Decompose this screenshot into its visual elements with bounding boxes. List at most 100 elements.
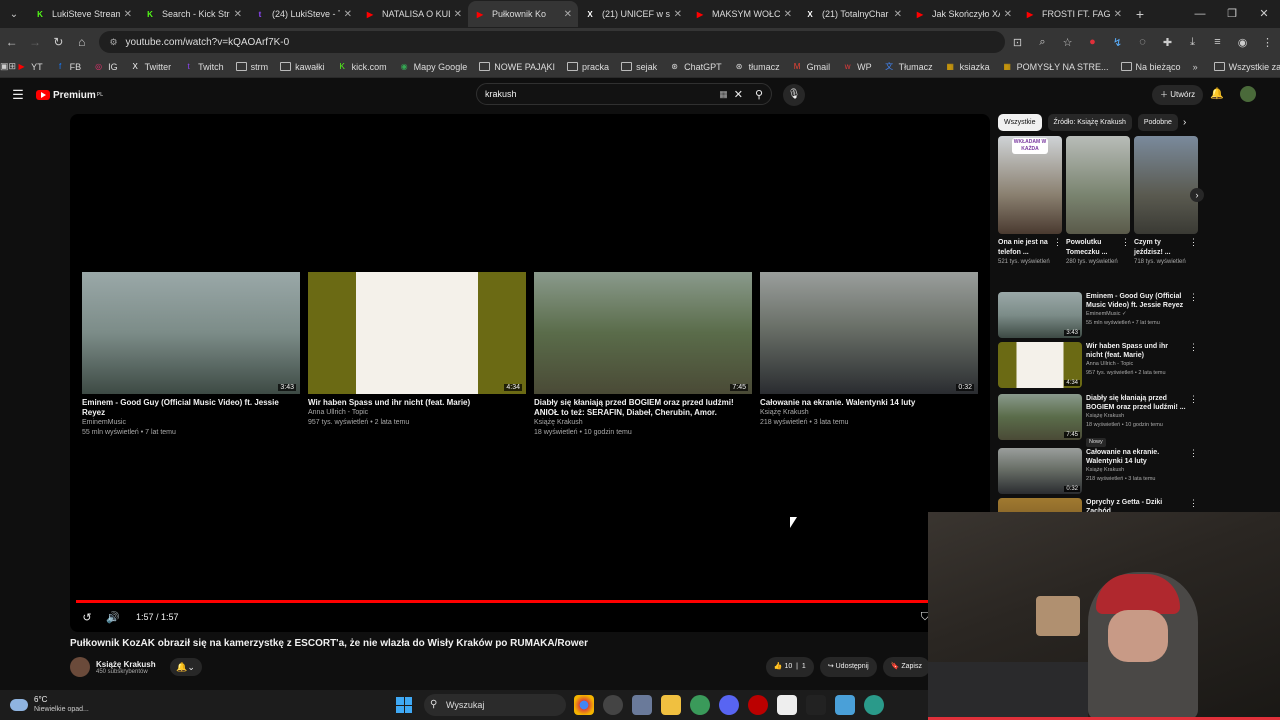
short-thumbnail[interactable]: WKŁADAM W KAŻDA	[998, 136, 1062, 234]
zoom-icon[interactable]: ⌕	[1030, 36, 1055, 49]
profile-icon[interactable]: ◉	[1230, 36, 1255, 49]
bookmark-item[interactable]: w WP	[842, 61, 872, 72]
filter-chip[interactable]: Źródło: Książę Krakush	[1047, 114, 1132, 131]
site-info-icon[interactable]: ⚙	[109, 37, 117, 48]
recommended-video[interactable]: 7:45 Diabły się kłaniają przed BOGIEM or…	[998, 394, 1198, 448]
search-icon[interactable]: ⚲	[755, 88, 763, 101]
bookmark-item[interactable]: ▶ YT	[16, 61, 42, 72]
discord-icon[interactable]	[719, 695, 739, 715]
browser-tab[interactable]: ▶ Jak Skończyło XA ✕	[908, 1, 1018, 27]
bookmark-item[interactable]: 文 Tłumacz	[884, 61, 933, 72]
tab-close-icon[interactable]: ✕	[124, 9, 132, 20]
bookmark-item[interactable]: Kkick.com	[337, 61, 386, 72]
microphone-icon[interactable]: 🎙	[783, 84, 805, 106]
all-bookmarks[interactable]: Wszystkie zakładki	[1213, 62, 1280, 72]
recommended-video[interactable]: 4:34 Wir haben Spass und ihr nicht (feat…	[998, 342, 1198, 388]
endscreen-video-card[interactable]: 3:43 Eminem - Good Guy (Official Music V…	[82, 272, 300, 438]
edge-icon[interactable]	[864, 695, 884, 715]
short-more-icon[interactable]: ⋮	[1189, 237, 1198, 258]
back-button[interactable]: ←	[0, 35, 23, 49]
channel-name[interactable]: Książę Krakush	[96, 660, 156, 669]
recommended-thumbnail[interactable]: 4:34	[998, 342, 1082, 388]
short-title[interactable]: Ona nie jest na telefon ...	[998, 238, 1053, 258]
share-button[interactable]: ↪ Udostępnij	[819, 657, 877, 677]
short-thumbnail[interactable]	[1134, 136, 1198, 234]
browser-tab[interactable]: t (24) LukiSteve - T ✕	[248, 1, 358, 27]
bookmark-item[interactable]: strm	[235, 61, 268, 72]
more-bookmarks-icon[interactable]: »	[1193, 62, 1198, 72]
short-card[interactable]: Powolutku Tomeczku ... ⋮ 280 tys. wyświet…	[1066, 136, 1130, 267]
tab-close-icon[interactable]: ✕	[674, 9, 682, 20]
shorts-next-icon[interactable]: ›	[1190, 188, 1204, 202]
more-actions-icon[interactable]: ⋮	[1189, 292, 1198, 303]
tab-close-icon[interactable]: ✕	[564, 9, 572, 20]
browser-tab[interactable]: X (21) TotalnyChar ✕	[798, 1, 908, 27]
browser-tab[interactable]: ▶ NATALISA O KUL ✕	[358, 1, 468, 27]
endscreen-title[interactable]: Wir haben Spass und ihr nicht (feat. Mar…	[308, 398, 526, 408]
maximize-button[interactable]: ❐	[1216, 0, 1248, 28]
replay-icon[interactable]: ↺	[74, 611, 100, 624]
more-actions-icon[interactable]: ⋮	[1189, 448, 1198, 459]
short-card[interactable]: WKŁADAM W KAŻDA Ona nie jest na telefon …	[998, 136, 1062, 267]
channel-avatar[interactable]	[70, 657, 90, 677]
windows-start-icon[interactable]	[396, 697, 412, 713]
tab-close-icon[interactable]: ✕	[784, 9, 792, 20]
recommended-title[interactable]: Eminem - Good Guy (Official Music Video)…	[1086, 292, 1186, 310]
menu-kebab-icon[interactable]: ⋮	[1255, 36, 1280, 49]
short-title[interactable]: Czym ty jeździsz! ...	[1134, 238, 1189, 258]
recommended-video[interactable]: 3:43 Eminem - Good Guy (Official Music V…	[998, 292, 1198, 338]
minimize-button[interactable]: —	[1184, 0, 1216, 28]
bookmark-item[interactable]: ▦ ksiazka	[945, 61, 989, 72]
tab-close-icon[interactable]: ✕	[1114, 9, 1122, 20]
tab-close-icon[interactable]: ✕	[344, 9, 352, 20]
recommended-thumbnail[interactable]: 0:32	[998, 448, 1082, 494]
endscreen-title[interactable]: Diabły się kłaniają przed BOGIEM oraz pr…	[534, 398, 752, 418]
extension-icon[interactable]: ◌	[1130, 36, 1155, 49]
endscreen-title[interactable]: Całowanie na ekranie. Walentynki 14 luty	[760, 398, 978, 408]
download-icon[interactable]: ⤓	[1180, 36, 1205, 49]
endscreen-video-card[interactable]: 7:45 Diabły się kłaniają przed BOGIEM or…	[534, 272, 752, 438]
youtube-logo[interactable]: Premium PL	[36, 90, 103, 101]
clear-search-icon[interactable]: ✕	[734, 88, 743, 101]
bookmark-item[interactable]: ⊛ ChatGPT	[669, 61, 721, 72]
bookmark-item[interactable]: ⊛ tłumacz	[734, 61, 780, 72]
video-player[interactable]: 3:43 Eminem - Good Guy (Official Music V…	[70, 114, 990, 632]
recommended-thumbnail[interactable]: 7:45	[998, 394, 1082, 440]
bookmark-item[interactable]: sejak	[621, 61, 657, 72]
opera-icon[interactable]	[748, 695, 768, 715]
notepad-icon[interactable]	[835, 695, 855, 715]
bookmark-item[interactable]: t Twitch	[183, 61, 224, 72]
account-avatar[interactable]	[1240, 86, 1256, 102]
forward-button[interactable]: →	[23, 35, 46, 49]
search-input[interactable]: krakush ▦ ✕ ⚲	[476, 83, 772, 105]
recommended-title[interactable]: Wir haben Spass und ihr nicht (feat. Mar…	[1086, 342, 1186, 360]
keyboard-icon[interactable]: ▦	[719, 89, 728, 100]
browser-tab[interactable]: ▶ FROSTI FT. FAGA ✕	[1018, 1, 1128, 27]
endscreen-thumbnail[interactable]: 7:45	[534, 272, 752, 394]
short-thumbnail[interactable]	[1066, 136, 1130, 234]
save-button[interactable]: 🔖 Zapisz	[882, 657, 930, 677]
bookmark-item[interactable]: kawałki	[280, 61, 325, 72]
more-actions-icon[interactable]: ⋮	[1189, 342, 1198, 353]
endscreen-thumbnail[interactable]: 3:43	[82, 272, 300, 394]
tab-close-icon[interactable]: ✕	[454, 9, 462, 20]
bookmark-item[interactable]: pracka	[567, 61, 609, 72]
tab-search-button[interactable]: ⌄	[0, 0, 28, 28]
recommended-thumbnail[interactable]: 3:43	[998, 292, 1082, 338]
recommended-video[interactable]: 0:32 Całowanie na ekranie. Walentynki 14…	[998, 448, 1198, 494]
short-more-icon[interactable]: ⋮	[1121, 237, 1130, 258]
tab-close-icon[interactable]: ✕	[894, 9, 902, 20]
tab-close-icon[interactable]: ✕	[1004, 9, 1012, 20]
obs-icon[interactable]	[603, 695, 623, 715]
bookmark-item[interactable]: X Twitter	[130, 61, 171, 72]
chrome-icon[interactable]	[574, 695, 594, 715]
more-actions-icon[interactable]: ⋮	[1189, 394, 1198, 405]
short-card[interactable]: Czym ty jeździsz! ... ⋮ 718 tys. wyświetl…	[1134, 136, 1198, 267]
endscreen-video-card[interactable]: 4:34 Wir haben Spass und ihr nicht (feat…	[308, 272, 526, 428]
recommended-title[interactable]: Całowanie na ekranie. Walentynki 14 luty	[1086, 448, 1186, 466]
extensions-puzzle-icon[interactable]: ✚	[1155, 36, 1180, 49]
file-explorer-icon[interactable]	[661, 695, 681, 715]
filter-chip[interactable]: Wszystkie	[998, 114, 1042, 131]
browser-tab[interactable]: K LukiSteve Stream ✕	[28, 1, 138, 27]
filter-chip[interactable]: Podobne	[1137, 114, 1178, 131]
